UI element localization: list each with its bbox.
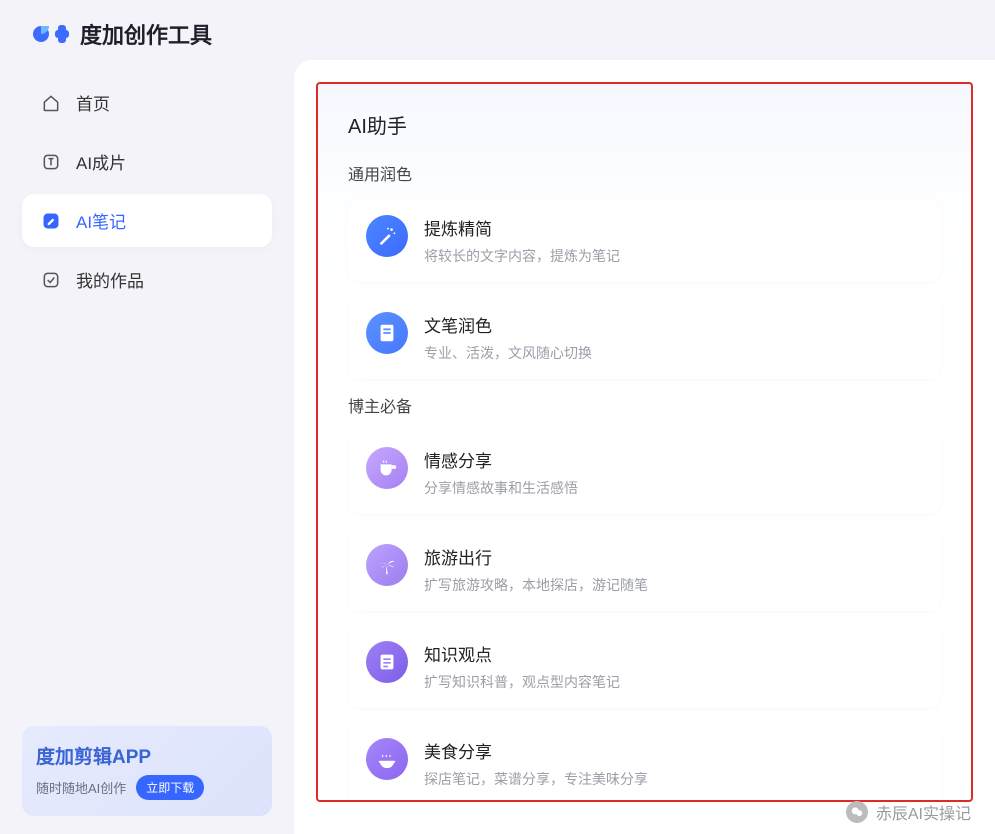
tool-card-polish[interactable]: 文笔润色 专业、活泼，文风随心切换: [348, 296, 941, 379]
card-desc: 探店笔记，菜谱分享，专注美味分享: [424, 769, 648, 789]
download-button[interactable]: 立即下载: [136, 775, 204, 800]
tool-card-knowledge[interactable]: 知识观点 扩写知识科普，观点型内容笔记: [348, 625, 941, 708]
card-title: 旅游出行: [424, 544, 648, 569]
wechat-icon: [846, 801, 868, 823]
food-icon: [366, 738, 408, 780]
text-square-icon: [40, 151, 62, 173]
promo-card: 度加剪辑APP 随时随地AI创作 立即下载: [22, 726, 272, 816]
sidebar-item-ai-notes[interactable]: AI笔记: [22, 194, 272, 247]
logo-icon: [32, 21, 72, 47]
card-desc: 扩写旅游攻略，本地探店，游记随笔: [424, 575, 648, 595]
sidebar-item-label: 我的作品: [76, 267, 144, 292]
main-content: AI助手 通用润色 提炼精简 将较长的文字内容，提炼为笔记: [294, 60, 995, 834]
tool-card-food[interactable]: 美食分享 探店笔记，菜谱分享，专注美味分享: [348, 722, 941, 802]
watermark: 赤辰AI实操记: [846, 800, 971, 824]
palm-icon: [366, 544, 408, 586]
logo[interactable]: 度加创作工具: [32, 18, 212, 50]
card-desc: 专业、活泼，文风随心切换: [424, 343, 592, 363]
card-title: 文笔润色: [424, 312, 592, 337]
home-outline-icon: [40, 92, 62, 114]
note-icon: [366, 641, 408, 683]
ai-assistant-panel: AI助手 通用润色 提炼精简 将较长的文字内容，提炼为笔记: [316, 82, 973, 802]
panel-title: AI助手: [348, 110, 941, 139]
wand-icon: [366, 215, 408, 257]
tool-card-refine[interactable]: 提炼精简 将较长的文字内容，提炼为笔记: [348, 199, 941, 282]
section-label-general: 通用润色: [348, 161, 941, 185]
sidebar-item-label: 首页: [76, 90, 110, 115]
doc-icon: [366, 312, 408, 354]
sidebar-item-my-works[interactable]: 我的作品: [22, 253, 272, 306]
topbar: 度加创作工具: [0, 0, 995, 60]
sidebar-item-label: AI成片: [76, 149, 126, 174]
sidebar: 首页 AI成片 AI笔记: [22, 60, 272, 834]
card-title: 美食分享: [424, 738, 648, 763]
app-title: 度加创作工具: [80, 18, 212, 50]
watermark-text: 赤辰AI实操记: [876, 800, 971, 824]
card-title: 情感分享: [424, 447, 578, 472]
check-square-icon: [40, 269, 62, 291]
sidebar-item-home[interactable]: 首页: [22, 76, 272, 129]
sidebar-item-ai-video[interactable]: AI成片: [22, 135, 272, 188]
promo-subtitle: 随时随地AI创作: [36, 778, 126, 797]
tool-card-emotion[interactable]: 情感分享 分享情感故事和生活感悟: [348, 431, 941, 514]
nav-list: 首页 AI成片 AI笔记: [22, 76, 272, 306]
card-title: 知识观点: [424, 641, 620, 666]
card-desc: 扩写知识科普，观点型内容笔记: [424, 672, 620, 692]
tool-card-travel[interactable]: 旅游出行 扩写旅游攻略，本地探店，游记随笔: [348, 528, 941, 611]
card-desc: 分享情感故事和生活感悟: [424, 478, 578, 498]
cup-icon: [366, 447, 408, 489]
pen-square-icon: [40, 210, 62, 232]
promo-title: 度加剪辑APP: [36, 742, 258, 769]
card-desc: 将较长的文字内容，提炼为笔记: [424, 246, 620, 266]
card-title: 提炼精简: [424, 215, 620, 240]
sidebar-item-label: AI笔记: [76, 208, 126, 233]
section-label-blogger: 博主必备: [348, 393, 941, 417]
